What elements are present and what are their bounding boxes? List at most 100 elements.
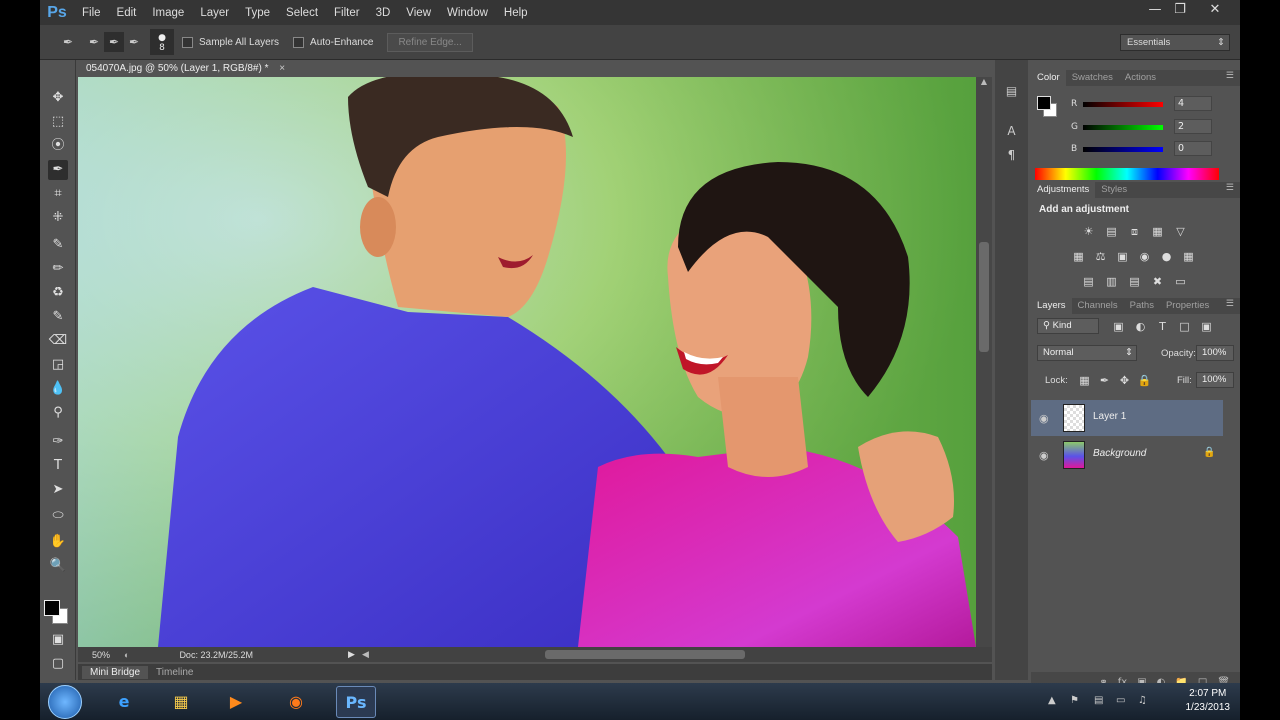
scroll-left-icon[interactable]: ◀: [362, 649, 369, 660]
photoshop-taskbar-icon[interactable]: Ps: [336, 686, 376, 718]
tab-mini-bridge[interactable]: Mini Bridge: [82, 665, 149, 679]
clone-stamp-tool-icon[interactable]: ♻: [48, 283, 68, 303]
opacity-input[interactable]: 100%: [1196, 345, 1234, 361]
hue-saturation-icon[interactable]: ▦: [1071, 249, 1086, 264]
vertical-scroll-thumb[interactable]: [979, 242, 989, 352]
panel-menu-icon[interactable]: ☰: [1226, 298, 1234, 309]
channel-r-value[interactable]: 4: [1174, 96, 1212, 111]
smart-object-filter-icon[interactable]: ▣: [1199, 319, 1214, 334]
auto-enhance-checkbox[interactable]: [293, 36, 305, 48]
tab-color[interactable]: Color: [1031, 70, 1066, 86]
paint-bucket-tool-icon[interactable]: ◲: [48, 355, 68, 375]
color-spectrum-bar[interactable]: [1035, 168, 1219, 180]
quick-selection-tool-icon[interactable]: ✒: [48, 160, 68, 180]
menu-file[interactable]: File: [74, 7, 109, 19]
close-document-icon[interactable]: ×: [279, 63, 285, 74]
menu-3d[interactable]: 3D: [368, 7, 399, 19]
subtract-from-selection-icon[interactable]: ✒: [124, 32, 144, 52]
ellipse-tool-icon[interactable]: ⬭: [48, 506, 68, 526]
panel-menu-icon[interactable]: ☰: [1226, 182, 1234, 193]
workspace-select[interactable]: Essentials ⇕: [1120, 34, 1230, 51]
pixel-layer-filter-icon[interactable]: ▣: [1111, 319, 1126, 334]
document-tab[interactable]: 054070A.jpg @ 50% (Layer 1, RGB/8#) * ×: [80, 60, 300, 77]
color-balance-icon[interactable]: ⚖: [1093, 249, 1108, 264]
invert-icon[interactable]: ▤: [1081, 274, 1096, 289]
type-layer-filter-icon[interactable]: T: [1155, 319, 1170, 334]
tab-timeline[interactable]: Timeline: [148, 666, 201, 679]
threshold-icon[interactable]: ▤: [1127, 274, 1142, 289]
color-lookup-icon[interactable]: ▦: [1181, 249, 1196, 264]
exposure-icon[interactable]: ▦: [1150, 224, 1165, 239]
close-icon[interactable]: ✕: [1200, 0, 1230, 22]
screen-mode-icon[interactable]: ▢: [48, 654, 68, 674]
firefox-icon[interactable]: ◉: [276, 686, 316, 718]
adjustment-layer-filter-icon[interactable]: ◐: [1133, 319, 1148, 334]
internet-explorer-icon[interactable]: e: [104, 686, 144, 718]
selective-color-icon[interactable]: ✖: [1150, 274, 1165, 289]
move-tool-icon[interactable]: ✥: [48, 88, 68, 108]
channel-r-slider[interactable]: [1083, 102, 1163, 107]
sample-all-layers-checkbox[interactable]: [182, 36, 193, 48]
volume-icon[interactable]: ♫: [1138, 695, 1147, 706]
blend-mode-select[interactable]: Normal ⇕: [1037, 345, 1137, 361]
levels-icon[interactable]: ▤: [1104, 224, 1119, 239]
canvas-area[interactable]: [78, 77, 992, 647]
lock-all-icon[interactable]: 🔒: [1137, 373, 1152, 388]
fill-input[interactable]: 100%: [1196, 372, 1234, 388]
menu-view[interactable]: View: [398, 7, 439, 19]
power-icon[interactable]: ▭: [1116, 695, 1125, 706]
vertical-scrollbar[interactable]: ▲: [976, 77, 992, 647]
scroll-up-icon[interactable]: ▲: [976, 77, 992, 86]
visibility-eye-icon[interactable]: ◉: [1039, 449, 1053, 462]
status-menu-arrow-icon[interactable]: ▶: [348, 649, 355, 660]
menu-edit[interactable]: Edit: [109, 7, 145, 19]
history-brush-tool-icon[interactable]: ✎: [48, 307, 68, 327]
menu-image[interactable]: Image: [144, 7, 192, 19]
path-selection-tool-icon[interactable]: ➤: [48, 480, 68, 500]
sample-all-layers-option[interactable]: Sample All Layers: [182, 36, 279, 48]
crop-tool-icon[interactable]: ⌗: [48, 184, 68, 204]
action-center-icon[interactable]: ⚑: [1070, 695, 1079, 706]
layer-name[interactable]: Layer 1: [1093, 411, 1126, 422]
brush-tool-icon[interactable]: ✏: [48, 259, 68, 279]
vibrance-icon[interactable]: ▽: [1173, 224, 1188, 239]
brush-size-picker[interactable]: ● 8: [150, 29, 174, 55]
start-button[interactable]: [48, 685, 82, 719]
healing-brush-tool-icon[interactable]: ✎: [48, 235, 68, 255]
quick-selection-tool-icon[interactable]: ✒: [58, 32, 78, 52]
marquee-tool-icon[interactable]: ⬚: [48, 112, 68, 132]
horizontal-scroll-thumb[interactable]: [545, 650, 745, 659]
menu-filter[interactable]: Filter: [326, 7, 368, 19]
tab-actions[interactable]: Actions: [1119, 70, 1162, 86]
panel-menu-icon[interactable]: ☰: [1226, 70, 1234, 81]
menu-select[interactable]: Select: [278, 7, 326, 19]
lock-position-icon[interactable]: ✥: [1117, 373, 1132, 388]
visibility-eye-icon[interactable]: ◉: [1039, 412, 1053, 425]
posterize-icon[interactable]: ▥: [1104, 274, 1119, 289]
photo-canvas[interactable]: [78, 77, 976, 647]
tab-channels[interactable]: Channels: [1072, 298, 1124, 314]
history-panel-icon[interactable]: ▤: [1003, 84, 1020, 101]
zoom-level[interactable]: 50%: [92, 650, 120, 660]
character-panel-icon[interactable]: A: [1003, 124, 1020, 141]
layer-row-background[interactable]: ◉ Background 🔒: [1031, 437, 1223, 473]
file-explorer-icon[interactable]: ▦: [161, 686, 201, 718]
eraser-tool-icon[interactable]: ⌫: [48, 331, 68, 351]
curves-icon[interactable]: ⧈: [1127, 224, 1142, 239]
pen-tool-icon[interactable]: ✑: [48, 432, 68, 452]
color-foreground-swatch[interactable]: [1037, 96, 1051, 110]
lock-transparency-icon[interactable]: ▦: [1077, 373, 1092, 388]
channel-g-value[interactable]: 2: [1174, 119, 1212, 134]
tab-layers[interactable]: Layers: [1031, 298, 1072, 314]
channel-g-slider[interactable]: [1083, 125, 1163, 130]
layer-row-layer-1[interactable]: ◉ Layer 1: [1031, 400, 1223, 436]
menu-type[interactable]: Type: [237, 7, 278, 19]
tab-adjustments[interactable]: Adjustments: [1031, 182, 1096, 198]
photo-filter-icon[interactable]: ◉: [1137, 249, 1152, 264]
tab-swatches[interactable]: Swatches: [1066, 70, 1119, 86]
lasso-tool-icon[interactable]: ⦿: [48, 136, 68, 156]
tab-properties[interactable]: Properties: [1160, 298, 1215, 314]
zoom-info-icon[interactable]: ◐: [124, 650, 129, 660]
dodge-tool-icon[interactable]: ⚲: [48, 403, 68, 423]
menu-help[interactable]: Help: [496, 7, 536, 19]
